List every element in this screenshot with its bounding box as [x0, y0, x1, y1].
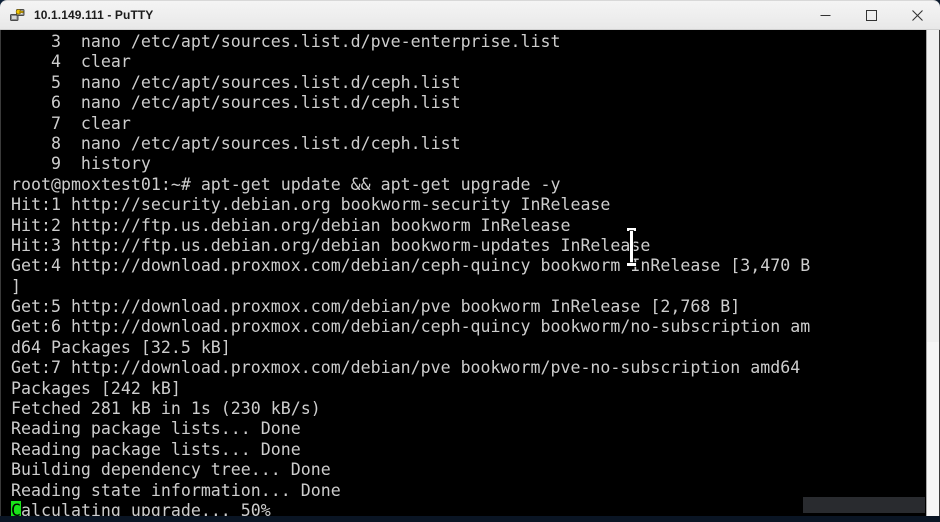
terminal-cursor: C: [11, 500, 21, 517]
terminal-line: 5 nano /etc/apt/sources.list.d/ceph.list: [11, 72, 461, 92]
terminal-scrollbar-thumb[interactable]: [927, 341, 939, 517]
close-icon: [911, 9, 923, 21]
terminal-line: Packages [242 kB]: [11, 378, 181, 398]
terminal-line: Fetched 281 kB in 1s (230 kB/s): [11, 399, 321, 419]
terminal-line-text: alculating upgrade... 50%: [21, 500, 271, 517]
background-window-edge: [803, 497, 925, 513]
terminal-line: root@pmoxtest01:~# apt-get update && apt…: [11, 174, 561, 194]
window-titlebar[interactable]: 10.1.149.111 - PuTTY: [0, 0, 940, 30]
maximize-icon: [865, 9, 877, 21]
terminal-line: Hit:1 http://security.debian.org bookwor…: [11, 195, 611, 215]
window-controls: [802, 0, 940, 30]
terminal-output[interactable]: 3 nano /etc/apt/sources.list.d/pve-enter…: [1, 30, 926, 517]
terminal-line: Building dependency tree... Done: [11, 460, 331, 480]
terminal-line: Get:5 http://download.proxmox.com/debian…: [11, 297, 741, 317]
terminal-line: Hit:2 http://ftp.us.debian.org/debian bo…: [11, 215, 571, 235]
terminal-area: 3 nano /etc/apt/sources.list.d/pve-enter…: [0, 30, 940, 518]
window-title: 10.1.149.111 - PuTTY: [34, 8, 154, 22]
minimize-icon: [820, 14, 830, 16]
putty-window: 10.1.149.111 - PuTTY 3 nano /etc/apt/sou…: [0, 0, 940, 518]
terminal-line: 3 nano /etc/apt/sources.list.d/pve-enter…: [11, 32, 561, 51]
putty-icon: [9, 7, 26, 24]
minimize-button[interactable]: [802, 0, 848, 30]
maximize-button[interactable]: [848, 0, 894, 30]
terminal-line: ]: [11, 276, 21, 296]
taskbar-strip[interactable]: [0, 518, 940, 522]
terminal-line: 4 clear: [11, 52, 131, 72]
terminal-line: d64 Packages [32.5 kB]: [11, 337, 231, 357]
terminal-line-active: Calculating upgrade... 50%: [11, 500, 926, 517]
screen: 10.1.149.111 - PuTTY 3 nano /etc/apt/sou…: [0, 0, 940, 522]
terminal-scrollbar[interactable]: [926, 30, 939, 517]
titlebar-left-group: 10.1.149.111 - PuTTY: [0, 7, 802, 24]
close-button[interactable]: [894, 0, 940, 30]
terminal-line: 9 history: [11, 154, 151, 174]
desktop-background-bottom: [0, 516, 940, 522]
terminal-line: Reading state information... Done: [11, 480, 341, 500]
terminal-line: Get:7 http://download.proxmox.com/debian…: [11, 358, 801, 378]
terminal-line: Get:6 http://download.proxmox.com/debian…: [11, 317, 811, 337]
terminal-line: Reading package lists... Done: [11, 419, 301, 439]
terminal-line: 8 nano /etc/apt/sources.list.d/ceph.list: [11, 133, 461, 153]
terminal-line: 7 clear: [11, 113, 131, 133]
terminal-line: Reading package lists... Done: [11, 439, 301, 459]
terminal-line: Hit:3 http://ftp.us.debian.org/debian bo…: [11, 235, 651, 255]
terminal-line: 6 nano /etc/apt/sources.list.d/ceph.list: [11, 93, 461, 113]
terminal-line: Get:4 http://download.proxmox.com/debian…: [11, 256, 811, 276]
